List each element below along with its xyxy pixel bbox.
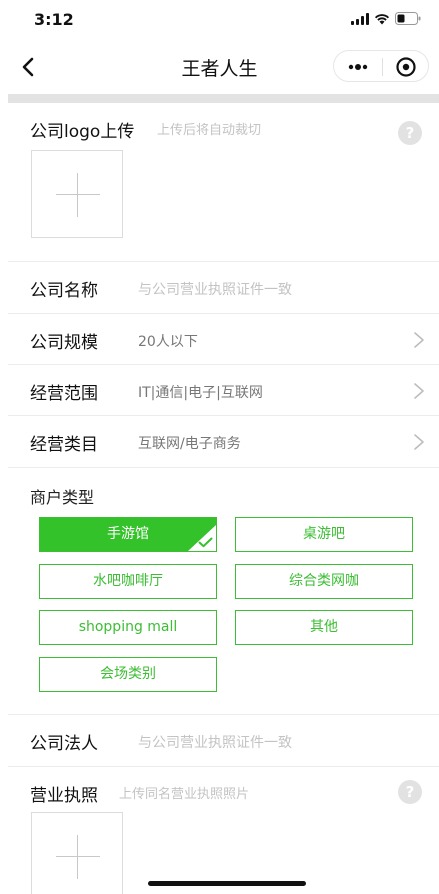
business-scope-label: 经营范围 [30,384,98,404]
merchant-type-option-label: shopping mall [78,619,178,635]
merchant-type-option-label: 会场类别 [100,666,156,682]
capsule-divider [382,58,383,76]
plus-icon-stroke [77,173,78,217]
license-upload-button[interactable] [31,812,123,894]
merchant-type-option[interactable]: 其他 [235,610,413,645]
logo-upload-button[interactable] [31,150,123,238]
company-name-input[interactable]: 与公司营业执照证件一致 [138,279,292,299]
nav-bar: 王者人生 [0,40,439,94]
business-scope-value: IT|通信|电子|互联网 [138,385,263,401]
merchant-type-option[interactable]: 综合类网咖 [235,564,413,599]
company-scale-label: 公司规模 [30,333,98,353]
legal-person-input[interactable]: 与公司营业执照证件一致 [138,732,292,752]
company-scale-value: 20人以下 [138,334,198,350]
legal-person-label: 公司法人 [30,734,98,754]
home-indicator [148,881,306,886]
license-divider [8,766,439,767]
business-scope-row[interactable]: 经营范围 IT|通信|电子|互联网 [8,364,439,416]
checkmark-icon [198,537,213,548]
chevron-right-icon [414,434,424,450]
logo-upload-hint: 上传后将自动裁切 [157,123,262,138]
help-icon[interactable]: ? [398,780,422,804]
mini-program-capsule [333,50,429,82]
company-name-row[interactable]: 公司名称 与公司营业执照证件一致 [8,261,439,313]
plus-icon [56,194,100,195]
merchant-type-option-label: 水吧咖啡厅 [93,573,163,589]
merchant-type-option[interactable]: 水吧咖啡厅 [39,564,217,599]
company-name-label: 公司名称 [30,281,98,301]
merchant-type-option[interactable]: 桌游吧 [235,517,413,552]
business-category-row[interactable]: 经营类目 互联网/电子商务 [8,415,439,467]
merchant-type-divider [8,467,439,468]
merchant-type-option-label: 手游馆 [107,526,149,542]
signal-icon [351,12,369,25]
close-mini-program-icon[interactable] [395,56,417,78]
merchant-type-option-label: 桌游吧 [303,526,345,542]
company-scale-row[interactable]: 公司规模 20人以下 [8,313,439,365]
status-bar: 3:12 [0,0,439,40]
plus-icon-stroke [77,835,78,879]
merchant-type-option[interactable]: 手游馆 [39,517,217,552]
status-time: 3:12 [34,10,74,29]
license-upload-hint: 上传同名营业执照照片 [119,787,250,802]
business-category-label: 经营类目 [30,435,98,455]
merchant-type-label: 商户类型 [30,488,95,507]
help-icon[interactable]: ? [398,121,422,145]
section-divider [8,94,439,103]
merchant-type-option-label: 其他 [310,619,338,635]
business-category-value: 互联网/电子商务 [138,436,241,452]
battery-icon [395,12,421,25]
plus-icon [56,856,100,857]
license-upload-label: 营业执照 [30,786,98,806]
logo-upload-label: 公司logo上传 [30,122,135,142]
chevron-right-icon [414,332,424,348]
more-icon[interactable] [346,60,370,74]
merchant-type-option[interactable]: 会场类别 [39,657,217,692]
legal-person-row[interactable]: 公司法人 与公司营业执照证件一致 [8,714,439,766]
status-icons [351,12,421,25]
chevron-right-icon [414,383,424,399]
merchant-type-option-label: 综合类网咖 [289,573,359,589]
wifi-icon [375,13,389,24]
merchant-type-option[interactable]: shopping mall [39,610,217,645]
